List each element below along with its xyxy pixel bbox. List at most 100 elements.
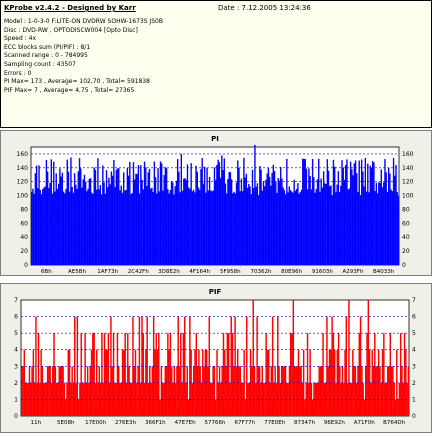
chart-bar (79, 382, 81, 416)
chart-bar (40, 194, 43, 265)
y-tick-label-right: 80 (402, 206, 410, 213)
x-tick-label: B764Dh (383, 420, 406, 426)
chart-bar (158, 333, 160, 416)
chart-bar (268, 176, 271, 265)
chart-bar (138, 193, 141, 265)
y-tick-label-left: 80 (20, 206, 28, 213)
chart-bar (391, 191, 394, 265)
chart-bar (128, 366, 130, 416)
chart-bar (86, 366, 89, 416)
chart-bar (212, 190, 214, 265)
chart-bar (231, 333, 234, 416)
chart-bar (121, 192, 124, 265)
x-tick-label: 5F958h (220, 269, 241, 275)
chart-bar (363, 399, 366, 416)
chart-bar (189, 188, 191, 265)
chart-bar (176, 159, 179, 265)
chart-bar (199, 189, 201, 265)
chart-bar (312, 399, 314, 416)
chart-bar (119, 382, 121, 416)
chart-bar (259, 166, 261, 265)
chart-bar (332, 333, 335, 416)
chart-bar (237, 160, 239, 265)
x-tick-label: 57766h (205, 420, 226, 426)
chart-bar (146, 185, 148, 265)
chart-bar (103, 182, 105, 265)
chart-bar (274, 366, 276, 416)
x-tick-label: 77E0Eh (264, 420, 285, 426)
chart-bar (380, 169, 382, 265)
chart-bar (276, 192, 278, 265)
y-tick-label-left: 40 (20, 234, 28, 241)
chart-bar (157, 168, 159, 265)
chart-bar (319, 191, 321, 265)
chart-bar (109, 184, 111, 265)
y-tick-label-right: 100 (402, 193, 414, 200)
chart-bar (251, 366, 253, 416)
chart-bar (351, 169, 353, 265)
x-tick-label: 5E08h (57, 420, 75, 426)
chart-bar (223, 158, 225, 265)
chart-bar (149, 188, 152, 265)
chart-bar (118, 168, 120, 265)
chart-bar (113, 160, 115, 265)
chart-bar (191, 382, 194, 416)
chart-bar (358, 333, 360, 416)
chart-bar (213, 366, 216, 416)
chart-bar (39, 189, 41, 265)
chart-bar (78, 158, 81, 265)
chart-bar (325, 183, 327, 265)
chart-bar (137, 366, 139, 416)
chart-bar (233, 191, 235, 265)
chart-bar (21, 366, 23, 416)
chart-bar (221, 155, 223, 265)
chart-bar (296, 366, 298, 416)
model-line: Model : 1-0-3-0 F:LITE-ON DVDRW SOHW-167… (4, 18, 163, 25)
chart-bar (181, 190, 184, 265)
y-tick-label-right: 0 (402, 262, 406, 269)
y-tick-label-right: 1 (412, 396, 416, 403)
y-tick-label-right: 140 (402, 165, 414, 172)
chart-bar (261, 190, 263, 265)
x-tick-label: 11h (31, 420, 42, 426)
chart-bar (111, 175, 114, 265)
chart-bar (340, 185, 342, 265)
chart-bar (373, 162, 375, 265)
chart-bar (124, 190, 126, 265)
chart-bar (97, 158, 99, 265)
chart-bar (58, 366, 60, 416)
y-tick-label-left: 160 (17, 151, 29, 158)
x-tick-label: 67F77h (235, 420, 256, 426)
chart-bar (134, 179, 136, 265)
chart-bar (235, 366, 238, 416)
chart-bar (142, 333, 145, 416)
chart-bar (313, 177, 315, 265)
y-tick-label-left: 6 (14, 314, 18, 321)
chart-bar (151, 187, 153, 265)
chart-bar (341, 366, 344, 416)
chart-bar (115, 382, 117, 416)
chart-bar (37, 333, 40, 416)
chart-bar (70, 157, 72, 265)
chart-bar (303, 158, 305, 265)
chart-bar (359, 195, 362, 265)
pif-summary-line: PIF Max= 7 , Average= 4,75 , Total= 2736… (4, 86, 135, 94)
chart-bar (326, 159, 329, 265)
chart-bar (92, 333, 94, 416)
chart-bar (217, 159, 219, 265)
chart-bar (196, 366, 199, 416)
chart-bar (316, 179, 319, 265)
chart-bar (129, 161, 131, 265)
chart-bar (250, 194, 252, 265)
chart-bar (243, 157, 245, 265)
chart-bar (289, 190, 292, 265)
chart-bar (82, 179, 84, 265)
chart-bar (354, 366, 357, 416)
chart-bar (319, 366, 322, 416)
chart-bar (62, 191, 65, 265)
chart-bar (226, 333, 229, 416)
chart-bar (358, 160, 360, 265)
chart-bar (165, 366, 168, 416)
chart-bar (311, 159, 314, 265)
pi-chart: PI 0 0 20 20 40 40 60 60 80 80 100 100 120 120 140 140 16… (17, 135, 414, 275)
